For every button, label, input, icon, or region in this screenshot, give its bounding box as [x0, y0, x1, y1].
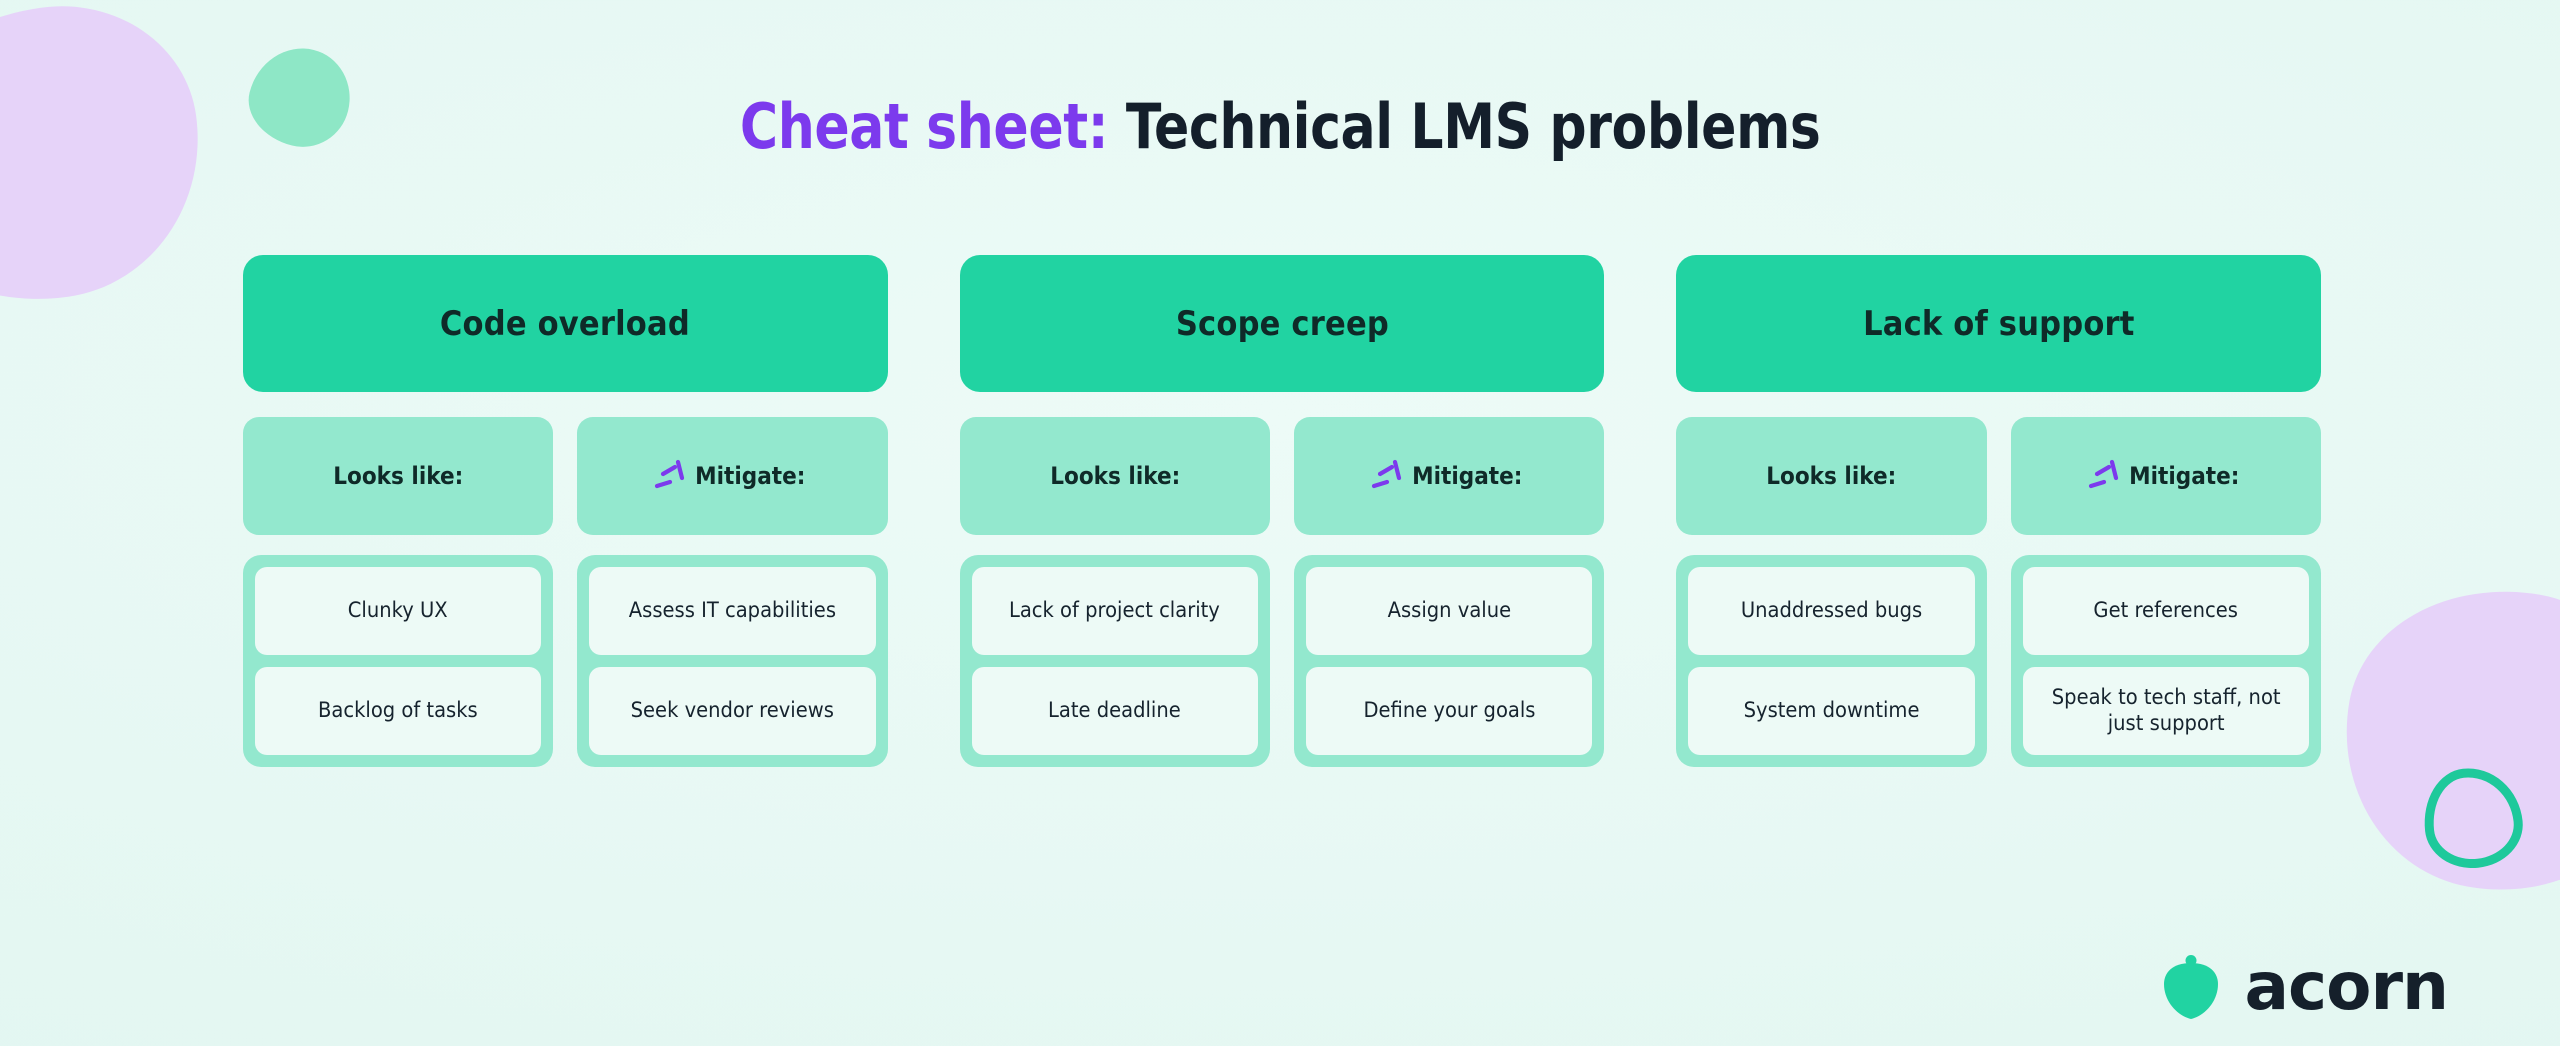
- column-header-1-label: Code overload: [440, 303, 691, 344]
- card-text: Unaddressed bugs: [1740, 598, 1923, 623]
- page-title-main: Technical LMS problems: [1107, 90, 1821, 163]
- acorn-wordmark: acorn: [2244, 948, 2449, 1025]
- subheader-looks-like-2: Looks like:: [959, 417, 1271, 535]
- list-item: Lack of project clarity: [971, 567, 1259, 655]
- list-item: System downtime: [1688, 667, 1975, 755]
- list-item: Late deadline: [971, 667, 1259, 755]
- column-header-1: Code overload: [243, 255, 888, 392]
- card-text: Backlog of tasks: [318, 698, 479, 723]
- card-text: Assign value: [1387, 598, 1511, 623]
- column-scope-creep: Scope creep Looks like: Mitigate: Lack o…: [959, 255, 1605, 767]
- column-header-3-label: Lack of support: [1862, 303, 2135, 344]
- column-header-2-label: Scope creep: [1175, 303, 1389, 344]
- list-item: Backlog of tasks: [255, 667, 542, 755]
- card-text: Clunky UX: [348, 598, 449, 623]
- card-group-mitigate-1: Assess IT capabilities Seek vendor revie…: [577, 555, 888, 767]
- card-text: Lack of project clarity: [1009, 598, 1221, 623]
- column-header-2: Scope creep: [959, 255, 1605, 392]
- card-group-looks-like-3: Unaddressed bugs System downtime: [1676, 555, 1987, 767]
- column-lack-of-support: Lack of support Looks like: Mitigate: Un…: [1676, 255, 2322, 767]
- subheader-looks-like-3: Looks like:: [1676, 417, 1987, 535]
- decorative-blob-lavender-topleft: [0, 0, 219, 322]
- subheader-looks-like-3-label: Looks like:: [1766, 462, 1897, 490]
- card-text: Seek vendor reviews: [630, 698, 835, 723]
- card-text: Get references: [2093, 598, 2239, 623]
- subheader-mitigate-2-label: Mitigate:: [1412, 462, 1523, 490]
- spark-icon: [2088, 459, 2118, 489]
- card-text: Late deadline: [1048, 698, 1182, 723]
- list-item: Assign value: [1306, 567, 1593, 655]
- cheat-sheet-grid: Code overload Looks like: Mitigate: Clun…: [243, 255, 2322, 767]
- subheader-mitigate-1-label: Mitigate:: [695, 462, 806, 490]
- subheader-mitigate-1: Mitigate:: [577, 417, 888, 535]
- subheader-row-2: Looks like: Mitigate:: [959, 417, 1605, 535]
- cards-row-1: Clunky UX Backlog of tasks Assess IT cap…: [243, 555, 888, 767]
- list-item: Get references: [2022, 567, 2310, 655]
- column-header-3: Lack of support: [1676, 255, 2322, 392]
- subheader-mitigate-3: Mitigate:: [2010, 417, 2322, 535]
- acorn-icon: [2164, 955, 2219, 1019]
- subheader-looks-like-2-label: Looks like:: [1049, 462, 1180, 490]
- card-text: Speak to tech staff, not just support: [2051, 685, 2281, 735]
- subheader-mitigate-2: Mitigate:: [1294, 417, 1605, 535]
- cards-row-2: Lack of project clarity Late deadline As…: [959, 555, 1605, 767]
- card-group-looks-like-2: Lack of project clarity Late deadline: [959, 555, 1271, 767]
- card-group-mitigate-2: Assign value Define your goals: [1294, 555, 1605, 767]
- list-item: Assess IT capabilities: [589, 567, 876, 655]
- spark-icon: [1371, 459, 1402, 489]
- decorative-blob-lavender-right: [2321, 565, 2560, 915]
- page-title-accent: Cheat sheet:: [739, 90, 1109, 163]
- list-item: Clunky UX: [255, 567, 542, 655]
- card-text: System downtime: [1743, 698, 1920, 723]
- card-text: Assess IT capabilities: [628, 598, 837, 623]
- card-group-mitigate-3: Get references Speak to tech staff, not …: [2010, 555, 2322, 767]
- subheader-looks-like-1: Looks like:: [243, 417, 554, 535]
- card-group-looks-like-1: Clunky UX Backlog of tasks: [243, 555, 554, 767]
- list-item: Unaddressed bugs: [1688, 567, 1975, 655]
- list-item: Define your goals: [1306, 667, 1593, 755]
- acorn-logo: acorn: [2160, 948, 2449, 1025]
- list-item: Speak to tech staff, not just support: [2022, 667, 2310, 755]
- subheader-row-1: Looks like: Mitigate:: [243, 417, 888, 535]
- column-code-overload: Code overload Looks like: Mitigate: Clun…: [243, 255, 888, 767]
- subheader-mitigate-3-label: Mitigate:: [2128, 462, 2239, 490]
- cards-row-3: Unaddressed bugs System downtime Get ref…: [1676, 555, 2322, 767]
- page-title: Cheat sheet: Technical LMS problems: [0, 96, 2560, 158]
- subheader-row-3: Looks like: Mitigate:: [1676, 417, 2322, 535]
- subheader-looks-like-1-label: Looks like:: [333, 462, 464, 490]
- spark-icon: [655, 459, 685, 489]
- decorative-ring-green-right: [2419, 763, 2527, 873]
- card-text: Define your goals: [1363, 698, 1536, 723]
- list-item: Seek vendor reviews: [589, 667, 876, 755]
